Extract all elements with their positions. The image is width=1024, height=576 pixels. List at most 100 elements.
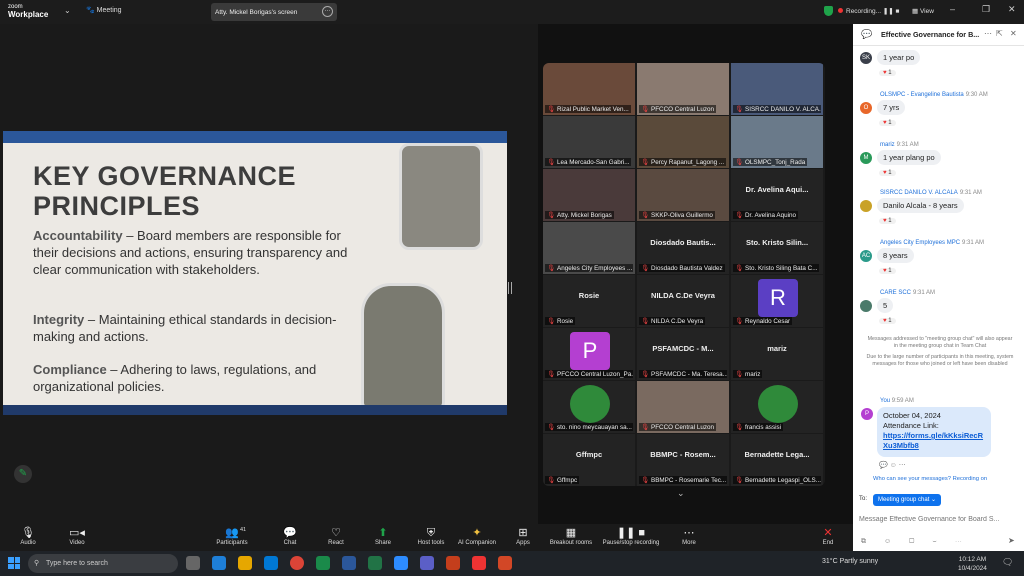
maximize-icon[interactable]: ❐ xyxy=(982,4,990,15)
participants-button[interactable]: 👥 41 Participants xyxy=(207,527,257,546)
audio-button[interactable]: 🎙 Audio xyxy=(3,527,53,546)
attendance-link[interactable]: https://forms.gle/kKksiRecRXu3Mbfb8 xyxy=(883,431,985,451)
system-clock[interactable]: 10:12 AM 10/4/2024 xyxy=(958,555,987,573)
reaction-badge[interactable]: ♥ 1 xyxy=(879,218,896,224)
recipient-dropdown[interactable]: Meeting group chat ⌄ xyxy=(873,494,942,506)
mic-muted-icon: 🎙 xyxy=(735,477,743,484)
view-button[interactable]: ▦ View xyxy=(912,7,934,15)
more-options-icon[interactable]: ··· xyxy=(322,6,333,17)
chat-formatting-tools[interactable]: ⧉ ☺ ▢ ⌣ ⋯ xyxy=(861,538,970,546)
participant-tile[interactable]: Dr. Avelina Aqui... 🎙 Dr. Avelina Aquino xyxy=(731,169,823,221)
participant-tile[interactable]: 🎙 SISRCC DANILO V. ALCA... xyxy=(731,63,823,115)
participant-name-label: 🎙 PFCCO Central Luzon xyxy=(639,105,716,113)
slide-content: KEY GOVERNANCE PRINCIPLES Accountability… xyxy=(3,143,507,405)
mic-muted-icon: 🎙 xyxy=(641,371,649,378)
notification-icon[interactable]: 🗨 xyxy=(1002,557,1013,568)
apps-button[interactable]: ⊞ Apps xyxy=(498,527,548,546)
end-button[interactable]: ✕ End xyxy=(803,527,853,546)
participant-tile[interactable]: 🎙 OLSMPC_Tonj_Rada xyxy=(731,116,823,168)
send-icon[interactable]: ➤ xyxy=(1008,536,1015,545)
pop-out-icon[interactable]: ⇱ xyxy=(996,29,1003,38)
task-view-icon[interactable] xyxy=(186,556,200,570)
close-chat-icon[interactable]: ✕ xyxy=(1010,29,1017,38)
screen-share-indicator[interactable]: Atty. Mickel Borigas's screen ··· xyxy=(211,3,337,21)
participant-name-large: Bernadette Lega... xyxy=(744,450,810,459)
word-icon[interactable] xyxy=(342,556,356,570)
participant-name-label: 🎙 francis assisi xyxy=(733,423,784,431)
share-button[interactable]: ⬆ Share xyxy=(358,527,408,546)
taskbar-search-box[interactable]: Type here to search xyxy=(28,554,178,573)
close-icon[interactable]: ✕ xyxy=(1008,4,1016,15)
publisher-icon[interactable] xyxy=(316,556,330,570)
host-tools-button[interactable]: ⛨ Host tools xyxy=(406,527,456,546)
mic-muted-icon: 🎙 xyxy=(641,477,649,484)
zoom-logo: zoom Workplace xyxy=(8,4,49,19)
who-can-see-link[interactable]: Who can see your messages? Recording on xyxy=(873,476,987,482)
recording-status[interactable]: Recording... ❚❚ ■ xyxy=(838,7,899,15)
participant-tile[interactable]: Bernadette Lega... 🎙 Bernadette Legaspi_OL… xyxy=(731,434,823,486)
edge-icon[interactable] xyxy=(212,556,226,570)
participant-tile[interactable]: P 🎙 PFCCO Central Luzon_Pa... xyxy=(543,328,635,380)
reaction-badge[interactable]: ♥ 1 xyxy=(879,268,896,274)
message-bubble: 1 year po xyxy=(877,50,921,65)
powerpoint-alt-icon[interactable] xyxy=(498,556,512,570)
mic-muted-icon: 🎙 xyxy=(735,265,743,272)
reaction-badge[interactable]: ♥ 1 xyxy=(879,120,896,126)
chevron-down-icon[interactable]: ⌄ xyxy=(677,488,685,499)
participant-tile[interactable]: R 🎙 Reynaldo Cesar xyxy=(731,275,823,327)
participant-tile[interactable]: mariz 🎙 mariz xyxy=(731,328,823,380)
participant-tile[interactable]: 🎙 SKKP-Oliva Guillermo xyxy=(637,169,729,221)
chevron-down-icon[interactable]: ⌄ xyxy=(64,6,71,15)
participant-tile[interactable]: Sto. Kristo Silin... 🎙 Sto. Kristo Siling … xyxy=(731,222,823,274)
participant-tile[interactable]: BBMPC - Rosem... 🎙 BBMPC - Rosemarie Tec..… xyxy=(637,434,729,486)
panel-resize-handle[interactable] xyxy=(508,282,512,294)
powerpoint-icon[interactable] xyxy=(446,556,460,570)
pause-stop-recording-button[interactable]: ❚❚ ■ Pause/stop recording xyxy=(598,527,664,546)
react-button[interactable]: ♡ React xyxy=(311,527,361,546)
participant-tile[interactable]: Gffmpc 🎙 Gffmpc xyxy=(543,434,635,486)
chat-button[interactable]: 💬 Chat xyxy=(265,527,315,546)
participant-tile[interactable]: 🎙 Lea Mercado-San Gabri... xyxy=(543,116,635,168)
slide-paragraph-accountability: Accountability – Board members are respo… xyxy=(33,228,348,277)
reaction-badge[interactable]: ♥ 1 xyxy=(879,70,896,76)
participant-tile[interactable]: 🎙 sto. nino meycauayan sa... xyxy=(543,381,635,433)
file-explorer-icon[interactable] xyxy=(238,556,252,570)
participant-name-label: 🎙 PFCCO Central Luzon_Pa... xyxy=(545,370,633,378)
participant-tile[interactable]: 🎙 PFCCO Central Luzon xyxy=(637,381,729,433)
participant-tile[interactable]: 🎙 Rizal Public Market Ven... xyxy=(543,63,635,115)
reaction-badge[interactable]: ♥ 1 xyxy=(879,318,896,324)
minimize-icon[interactable]: – xyxy=(950,4,955,14)
reaction-badge[interactable]: ♥ 1 xyxy=(879,170,896,176)
windows-start-icon[interactable] xyxy=(8,557,20,569)
reply-icon[interactable]: 💬 ☺ ⋯ xyxy=(879,461,906,469)
participant-name-large: BBMPC - Rosem... xyxy=(650,450,716,459)
shield-icon[interactable] xyxy=(824,6,833,16)
participant-tile[interactable]: Diosdado Bautis... 🎙 Diosdado Bautista Val… xyxy=(637,222,729,274)
zoom-taskbar-icon[interactable] xyxy=(394,556,408,570)
meeting-info-button[interactable]: 🐾 Meeting xyxy=(86,6,122,14)
participant-tile[interactable]: PSFAMCDC - M... 🎙 PSFAMCDC - Ma. Teresa... xyxy=(637,328,729,380)
breakout-rooms-button[interactable]: ▦ Breakout rooms xyxy=(546,527,596,546)
mail-icon[interactable] xyxy=(264,556,278,570)
participant-tile[interactable]: 🎙 francis assisi xyxy=(731,381,823,433)
video-button[interactable]: ▭◂ Video xyxy=(52,527,102,546)
app-icon[interactable] xyxy=(472,556,486,570)
mic-muted-icon: 🎙 xyxy=(641,159,649,166)
more-button[interactable]: ⋯ More xyxy=(664,527,714,546)
ai-companion-button[interactable]: ✦ AI Companion xyxy=(452,527,502,546)
more-icon[interactable]: ⋯ xyxy=(984,29,992,38)
chat-message-input[interactable] xyxy=(859,509,1021,529)
avatar: SK xyxy=(860,52,872,64)
meeting-controls: 🎙 Audio ▭◂ Video 👥 41 Participants 💬 Chat ♡ Re… xyxy=(0,524,853,551)
annotate-icon[interactable]: ✎ xyxy=(14,465,32,483)
participant-tile[interactable]: 🎙 PFCCO Central Luzon xyxy=(637,63,729,115)
calendar-icon[interactable] xyxy=(420,556,434,570)
participant-tile[interactable]: 🎙 Atty. Mickel Borigas xyxy=(543,169,635,221)
participant-tile[interactable]: Rosie 🎙 Rosie xyxy=(543,275,635,327)
chrome-icon[interactable] xyxy=(290,556,304,570)
participant-tile[interactable]: 🎙 Percy Rapanut_Lagong ... xyxy=(637,116,729,168)
participant-tile[interactable]: 🎙 Angeles City Employees ... xyxy=(543,222,635,274)
participant-tile[interactable]: NILDA C.De Veyra 🎙 NILDA C.De Veyra xyxy=(637,275,729,327)
weather-widget[interactable]: 31°C Partly sunny xyxy=(822,558,878,565)
excel-icon[interactable] xyxy=(368,556,382,570)
